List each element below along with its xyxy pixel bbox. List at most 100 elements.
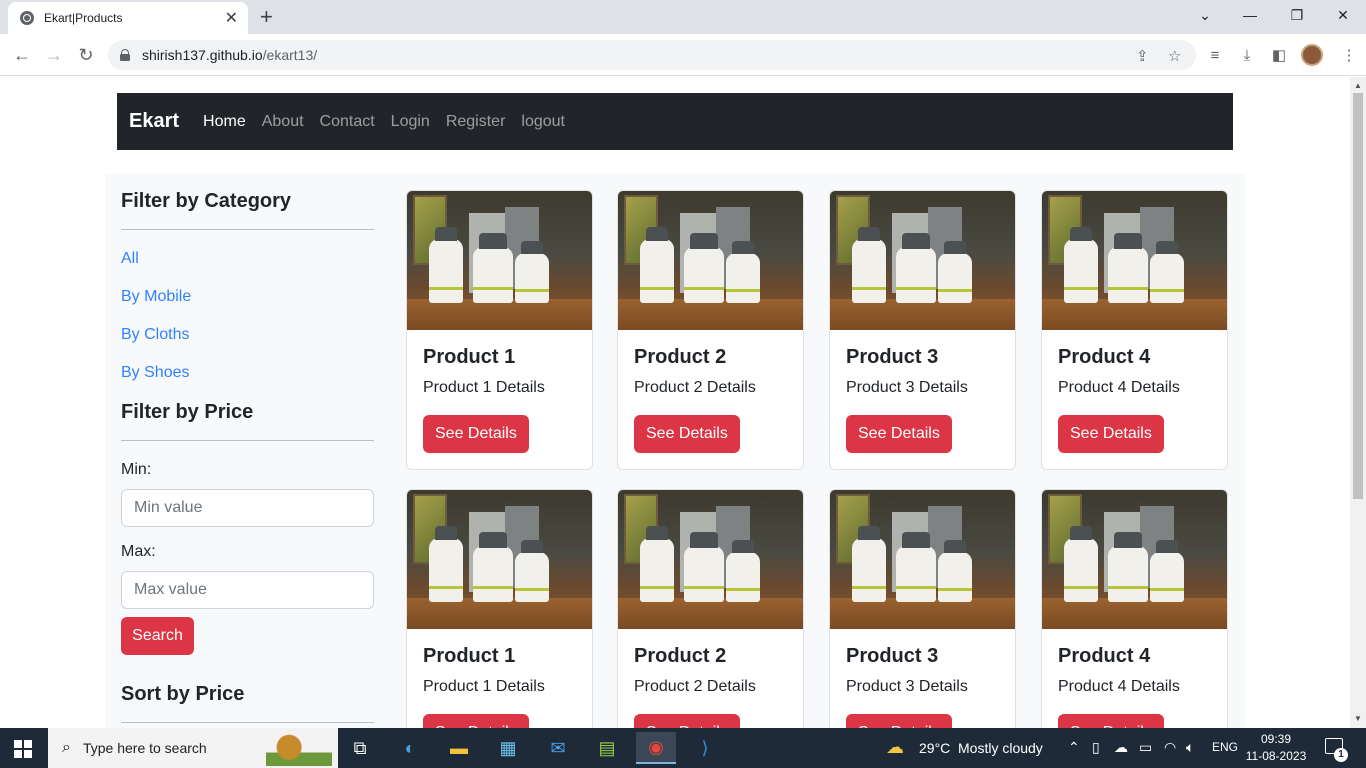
vscode-icon[interactable]: ⟩: [685, 732, 725, 764]
category-link-all[interactable]: All: [121, 250, 374, 268]
card-body: Product 4 Product 4 Details See Details: [1042, 629, 1227, 728]
scroll-thumb[interactable]: [1353, 93, 1363, 499]
back-arrow-icon[interactable]: ←: [9, 42, 35, 68]
scroll-down-icon[interactable]: ▼: [1354, 714, 1362, 723]
main-content: Filter by Category All By Mobile By Clot…: [105, 174, 1245, 728]
battery-icon[interactable]: ▭: [1139, 739, 1152, 756]
card-body: Product 1 Product 1 Details See Details: [407, 330, 592, 469]
menu-kebab-icon[interactable]: ⋮: [1338, 44, 1360, 66]
product-card: Product 4 Product 4 Details See Details: [1041, 489, 1228, 728]
clock-date: 11-08-2023: [1245, 749, 1307, 763]
chrome-icon[interactable]: ◉: [636, 732, 676, 764]
scroll-up-icon[interactable]: ▲: [1354, 81, 1362, 90]
forward-arrow-icon[interactable]: →: [41, 42, 67, 68]
category-link-shoes[interactable]: By Shoes: [121, 364, 374, 382]
taskbar-clock[interactable]: 09:39 11-08-2023: [1244, 731, 1308, 765]
bookmark-star-icon[interactable]: ☆: [1168, 47, 1181, 65]
category-link-cloths[interactable]: By Cloths: [121, 326, 374, 344]
divider: [121, 440, 374, 441]
store-icon[interactable]: ▦: [488, 732, 528, 764]
task-view-icon[interactable]: ⧉: [340, 732, 380, 764]
see-details-button[interactable]: See Details: [846, 714, 952, 728]
nav-link-contact[interactable]: Contact: [320, 113, 375, 131]
min-price-input[interactable]: [121, 489, 374, 527]
product-details: Product 2 Details: [634, 678, 756, 695]
sort-heading: Sort by Price: [121, 683, 245, 705]
product-details: Product 1 Details: [423, 379, 545, 396]
notification-badge: 1: [1334, 748, 1348, 762]
see-details-button[interactable]: See Details: [423, 714, 529, 728]
product-title: Product 1: [423, 346, 516, 368]
clock-time: 09:39: [1260, 732, 1292, 746]
nav-link-logout[interactable]: logout: [521, 113, 565, 131]
product-card: Product 2 Product 2 Details See Details: [617, 190, 804, 470]
close-tab-icon[interactable]: ✕: [225, 8, 238, 28]
max-price-input[interactable]: [121, 571, 374, 609]
category-heading: Filter by Category: [121, 190, 292, 212]
product-image: [830, 490, 1015, 629]
see-details-button[interactable]: See Details: [1058, 714, 1164, 728]
reload-icon[interactable]: ↻: [73, 42, 99, 68]
see-details-button[interactable]: See Details: [1058, 415, 1164, 453]
spreadsheet-app-icon[interactable]: ▤: [587, 732, 627, 764]
file-explorer-icon[interactable]: ▬: [439, 732, 479, 764]
search-button[interactable]: Search: [121, 617, 194, 655]
profile-avatar[interactable]: [1301, 44, 1323, 66]
see-details-button[interactable]: See Details: [423, 415, 529, 453]
url-host: shirish137.github.io: [142, 47, 263, 63]
card-body: Product 1 Product 1 Details See Details: [407, 629, 592, 728]
onedrive-cloud-icon[interactable]: ☁: [1114, 739, 1128, 756]
restore-button[interactable]: ❐: [1282, 0, 1312, 30]
taskbar-search-placeholder: Type here to search: [82, 740, 207, 756]
price-heading: Filter by Price: [121, 401, 254, 423]
product-title: Product 4: [1058, 346, 1151, 368]
minimize-button[interactable]: —: [1235, 0, 1265, 30]
close-window-button[interactable]: ✕: [1328, 0, 1358, 30]
product-card: Product 2 Product 2 Details See Details: [617, 489, 804, 728]
weather-cloud-icon[interactable]: ☁: [886, 737, 904, 758]
product-image: [1042, 490, 1227, 629]
windows-start-icon[interactable]: [14, 740, 32, 758]
divider: [121, 229, 374, 230]
site-navbar: Ekart Home About Contact Login Register …: [117, 93, 1233, 150]
product-title: Product 3: [846, 346, 939, 368]
share-icon[interactable]: ⇪: [1136, 47, 1149, 65]
see-details-button[interactable]: See Details: [846, 415, 952, 453]
filter-sidebar: Filter by Category All By Mobile By Clot…: [121, 190, 374, 728]
brand-logo[interactable]: Ekart: [129, 110, 179, 133]
min-label: Min:: [121, 461, 152, 478]
card-body: Product 4 Product 4 Details See Details: [1042, 330, 1227, 469]
language-indicator[interactable]: ENG: [1212, 740, 1238, 754]
nav-link-login[interactable]: Login: [391, 113, 430, 131]
see-details-button[interactable]: See Details: [634, 714, 740, 728]
volume-icon[interactable]: 🔈︎: [1186, 739, 1194, 756]
see-details-button[interactable]: See Details: [634, 415, 740, 453]
product-details: Product 3 Details: [846, 678, 968, 695]
wifi-icon[interactable]: ◠: [1164, 739, 1176, 756]
page-viewport: Ekart Home About Contact Login Register …: [0, 77, 1350, 728]
browser-toolbar: ← → ↻ shirish137.github.io/ekart13/ ⇪ ☆ …: [0, 34, 1366, 76]
nav-link-home[interactable]: Home: [203, 113, 246, 131]
nav-link-register[interactable]: Register: [446, 113, 506, 131]
weather-temp[interactable]: 29°C: [919, 740, 950, 756]
category-link-mobile[interactable]: By Mobile: [121, 288, 374, 306]
new-tab-button[interactable]: +: [260, 5, 273, 29]
browser-tab[interactable]: Ekart|Products ✕: [8, 2, 248, 34]
tab-search-chevron-icon[interactable]: ⌄: [1190, 0, 1220, 30]
side-panel-icon[interactable]: ◧: [1268, 44, 1290, 66]
product-details: Product 4 Details: [1058, 678, 1180, 695]
nav-link-about[interactable]: About: [262, 113, 304, 131]
max-label: Max:: [121, 543, 156, 560]
weather-text[interactable]: Mostly cloudy: [958, 740, 1043, 756]
chevron-up-icon[interactable]: ⌃: [1068, 739, 1080, 756]
meet-icon[interactable]: ▯: [1092, 739, 1100, 756]
page-scrollbar[interactable]: ▲ ▼: [1350, 77, 1366, 728]
mail-icon[interactable]: ✉: [538, 732, 578, 764]
edge-icon[interactable]: ◐: [390, 732, 430, 764]
download-icon[interactable]: ⤓: [1236, 44, 1258, 66]
browser-tab-bar: Ekart|Products ✕ + ⌄ — ❐ ✕: [0, 0, 1366, 34]
product-card: Product 3 Product 3 Details See Details: [829, 489, 1016, 728]
product-title: Product 2: [634, 645, 727, 667]
reading-list-icon[interactable]: ≡: [1204, 44, 1226, 66]
address-bar[interactable]: shirish137.github.io/ekart13/ ⇪ ☆: [108, 40, 1196, 70]
